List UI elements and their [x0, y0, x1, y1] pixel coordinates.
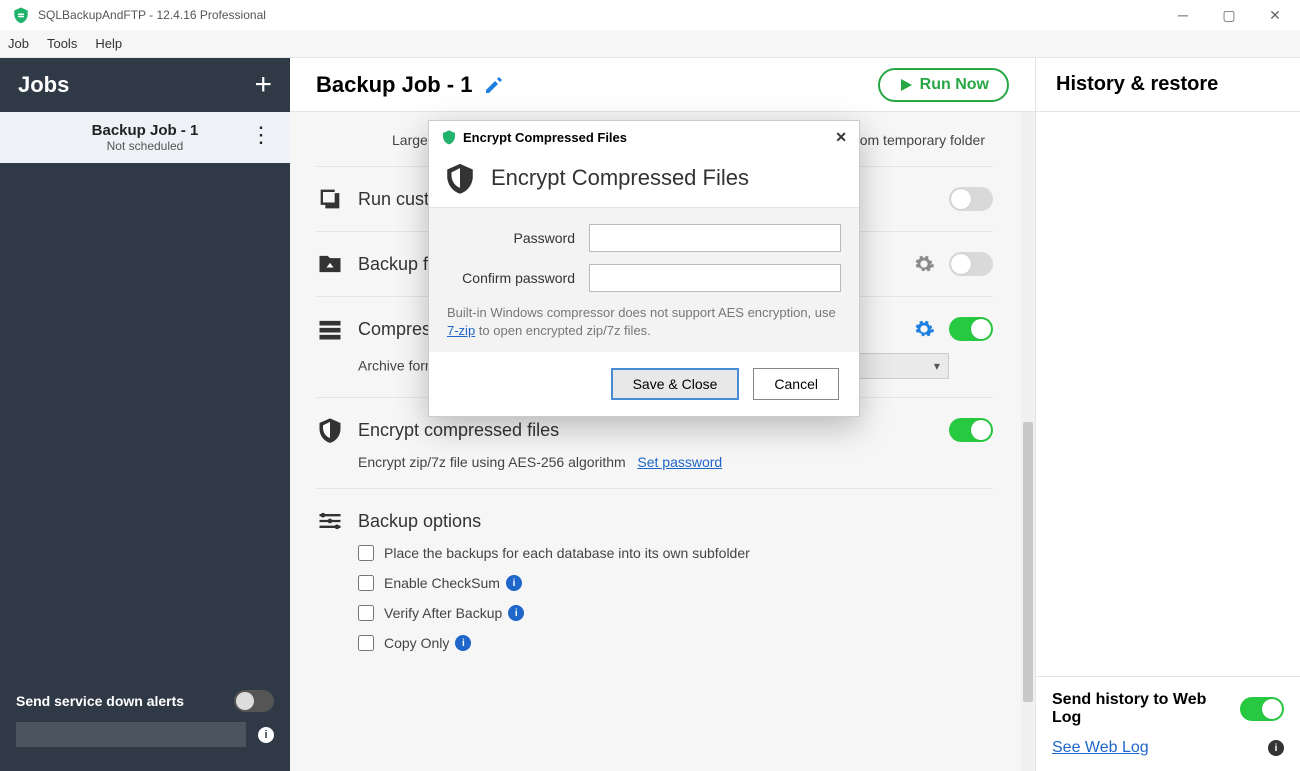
service-alerts-label: Send service down alerts: [16, 693, 184, 709]
section-encrypt: Encrypt compressed files: [358, 420, 559, 441]
sevenzip-link[interactable]: 7-zip: [447, 323, 475, 338]
info-icon[interactable]: i: [258, 727, 274, 743]
weblog-toggle[interactable]: [1240, 697, 1284, 721]
dialog-window-title: Encrypt Compressed Files: [463, 130, 627, 145]
folder-icon: [316, 250, 344, 278]
weblog-label: Send history to Web Log: [1052, 691, 1212, 727]
service-alerts-toggle[interactable]: [234, 690, 274, 712]
close-button[interactable]: ✕: [1252, 0, 1298, 30]
right-panel: History & restore Send history to Web Lo…: [1035, 58, 1300, 771]
shield-icon: [316, 416, 344, 444]
info-icon[interactable]: i: [506, 575, 522, 591]
compress-toggle[interactable]: [949, 317, 993, 341]
email-field[interactable]: [16, 722, 246, 747]
gear-icon[interactable]: [913, 318, 935, 340]
cancel-button[interactable]: Cancel: [753, 368, 839, 400]
info-icon[interactable]: i: [455, 635, 471, 651]
encrypt-dialog: Encrypt Compressed Files ✕ Encrypt Compr…: [428, 120, 860, 417]
dialog-hint: Built-in Windows compressor does not sup…: [447, 304, 841, 340]
scrollbar[interactable]: [1021, 112, 1035, 771]
job-status: Not scheduled: [18, 139, 272, 153]
confirm-password-input[interactable]: [589, 264, 841, 292]
shield-icon: [443, 161, 477, 195]
sidebar-header: Jobs +: [0, 58, 290, 112]
opt-subfolder-label: Place the backups for each database into…: [384, 545, 750, 561]
add-job-icon[interactable]: +: [254, 68, 272, 102]
encrypt-toggle[interactable]: [949, 418, 993, 442]
main-header: Backup Job - 1 Run Now: [290, 58, 1035, 112]
save-close-button[interactable]: Save & Close: [611, 368, 740, 400]
opt-copyonly-checkbox[interactable]: [358, 635, 374, 651]
set-password-link[interactable]: Set password: [637, 454, 722, 470]
opt-verify-checkbox[interactable]: [358, 605, 374, 621]
sidebar: Jobs + Backup Job - 1 Not scheduled ⋮ Se…: [0, 58, 290, 771]
job-list-item[interactable]: Backup Job - 1 Not scheduled ⋮: [0, 112, 290, 163]
menu-help[interactable]: Help: [95, 36, 122, 51]
script-icon: [316, 185, 344, 213]
opt-checksum-checkbox[interactable]: [358, 575, 374, 591]
dialog-heading: Encrypt Compressed Files: [491, 165, 749, 191]
compress-icon: [316, 315, 344, 343]
run-custom-toggle[interactable]: [949, 187, 993, 211]
app-logo-icon: [12, 6, 30, 24]
kebab-icon[interactable]: ⋮: [250, 124, 272, 146]
run-now-label: Run Now: [920, 76, 989, 94]
menubar: Job Tools Help: [0, 30, 1300, 58]
password-label: Password: [447, 230, 575, 246]
right-footer: Send history to Web Log See Web Log i: [1036, 676, 1300, 771]
page-title: Backup Job - 1: [316, 72, 472, 98]
menu-tools[interactable]: Tools: [47, 36, 77, 51]
edit-icon[interactable]: [484, 75, 504, 95]
info-icon[interactable]: i: [508, 605, 524, 621]
scrollbar-thumb[interactable]: [1023, 422, 1033, 702]
opt-checksum-label: Enable CheckSum: [384, 575, 500, 591]
confirm-password-label: Confirm password: [447, 270, 575, 286]
opt-subfolder-checkbox[interactable]: [358, 545, 374, 561]
opt-copyonly-label: Copy Only: [384, 635, 449, 651]
app-logo-icon: [441, 129, 457, 145]
password-input[interactable]: [589, 224, 841, 252]
titlebar: SQLBackupAndFTP - 12.4.16 Professional ─…: [0, 0, 1300, 30]
history-header: History & restore: [1036, 58, 1300, 112]
backup-folders-toggle[interactable]: [949, 252, 993, 276]
menu-job[interactable]: Job: [8, 36, 29, 51]
window-title: SQLBackupAndFTP - 12.4.16 Professional: [38, 8, 1160, 22]
close-icon[interactable]: ✕: [835, 129, 847, 146]
section-backup-options: Backup options: [358, 511, 481, 532]
sidebar-footer: Send service down alerts i: [0, 676, 290, 771]
job-name: Backup Job - 1: [18, 122, 272, 139]
run-now-button[interactable]: Run Now: [878, 68, 1009, 102]
info-icon[interactable]: i: [1268, 740, 1284, 756]
maximize-button[interactable]: ▢: [1206, 0, 1252, 30]
minimize-button[interactable]: ─: [1160, 0, 1206, 30]
encrypt-desc: Encrypt zip/7z file using AES-256 algori…: [358, 454, 626, 470]
sidebar-title: Jobs: [18, 72, 69, 98]
options-icon: [316, 507, 344, 535]
opt-verify-label: Verify After Backup: [384, 605, 502, 621]
see-weblog-link[interactable]: See Web Log: [1052, 739, 1149, 757]
gear-icon[interactable]: [913, 253, 935, 275]
